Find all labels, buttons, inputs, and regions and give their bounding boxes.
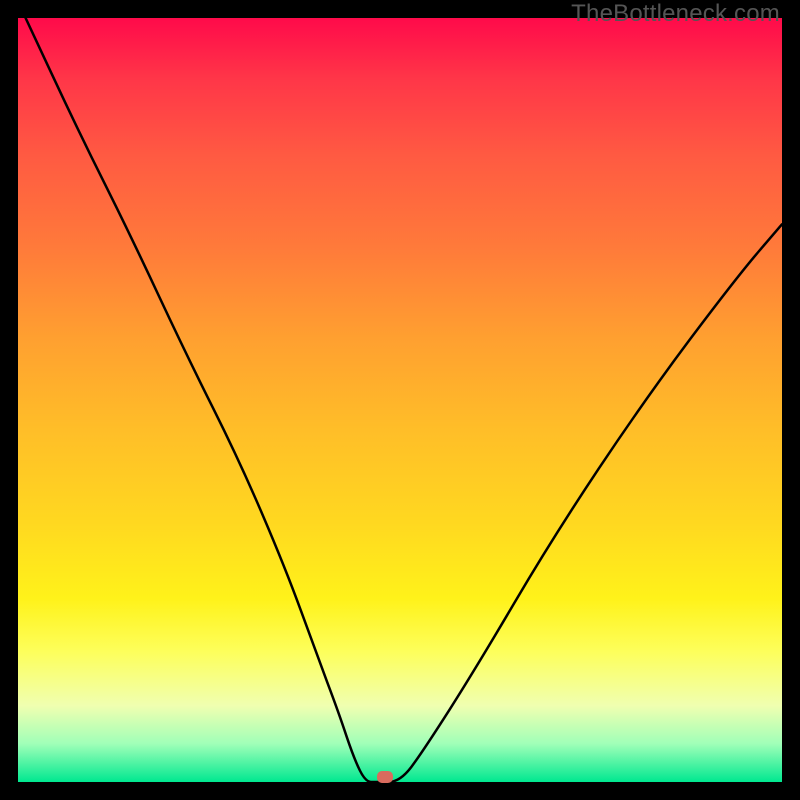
watermark-text: TheBottleneck.com: [571, 0, 780, 28]
bottleneck-marker: [377, 771, 393, 783]
chart-plot-area: [18, 18, 782, 782]
bottleneck-curve: [18, 18, 782, 782]
